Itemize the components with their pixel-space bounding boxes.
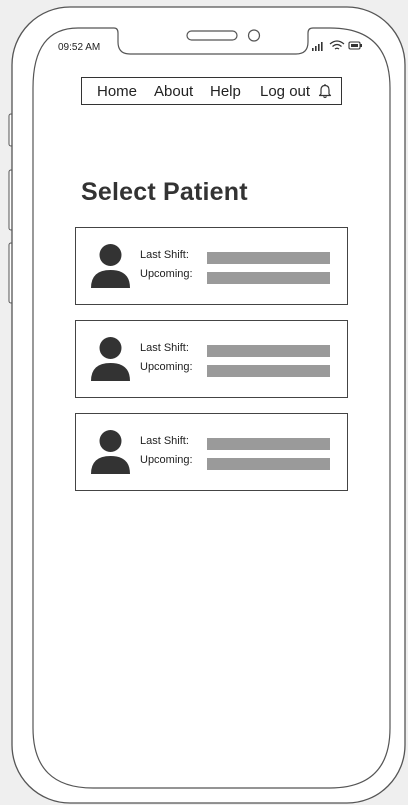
last-shift-label: Last Shift: <box>140 249 189 261</box>
last-shift-label: Last Shift: <box>140 342 189 354</box>
nav-help-link[interactable]: Help <box>210 83 241 100</box>
upcoming-placeholder <box>207 365 330 377</box>
upcoming-placeholder <box>207 458 330 470</box>
wifi-icon <box>329 40 345 50</box>
upcoming-label: Upcoming: <box>140 268 193 280</box>
patient-card[interactable]: Last Shift: Upcoming: <box>75 413 348 491</box>
nav-logout-link[interactable]: Log out <box>260 83 310 100</box>
status-icons <box>312 40 362 51</box>
bell-icon[interactable] <box>318 83 332 99</box>
page-title: Select Patient <box>81 178 248 206</box>
person-icon <box>91 337 130 381</box>
person-icon <box>91 244 130 288</box>
upcoming-placeholder <box>207 272 330 284</box>
person-icon <box>91 430 130 474</box>
phone-frame <box>8 6 406 804</box>
nav-about-link[interactable]: About <box>154 83 193 100</box>
nav-home-link[interactable]: Home <box>97 83 137 100</box>
patient-card[interactable]: Last Shift: Upcoming: <box>75 320 348 398</box>
last-shift-label: Last Shift: <box>140 435 189 447</box>
last-shift-placeholder <box>207 438 330 450</box>
top-navigation: Home About Help Log out <box>81 77 342 105</box>
upcoming-label: Upcoming: <box>140 454 193 466</box>
last-shift-placeholder <box>207 345 330 357</box>
phone-mockup: 09:52 AM Home About Help Log out Select … <box>0 0 408 805</box>
battery-icon <box>348 41 362 50</box>
patient-card[interactable]: Last Shift: Upcoming: <box>75 227 348 305</box>
upcoming-label: Upcoming: <box>140 361 193 373</box>
signal-icon <box>312 42 323 51</box>
status-time: 09:52 AM <box>58 42 101 53</box>
last-shift-placeholder <box>207 252 330 264</box>
